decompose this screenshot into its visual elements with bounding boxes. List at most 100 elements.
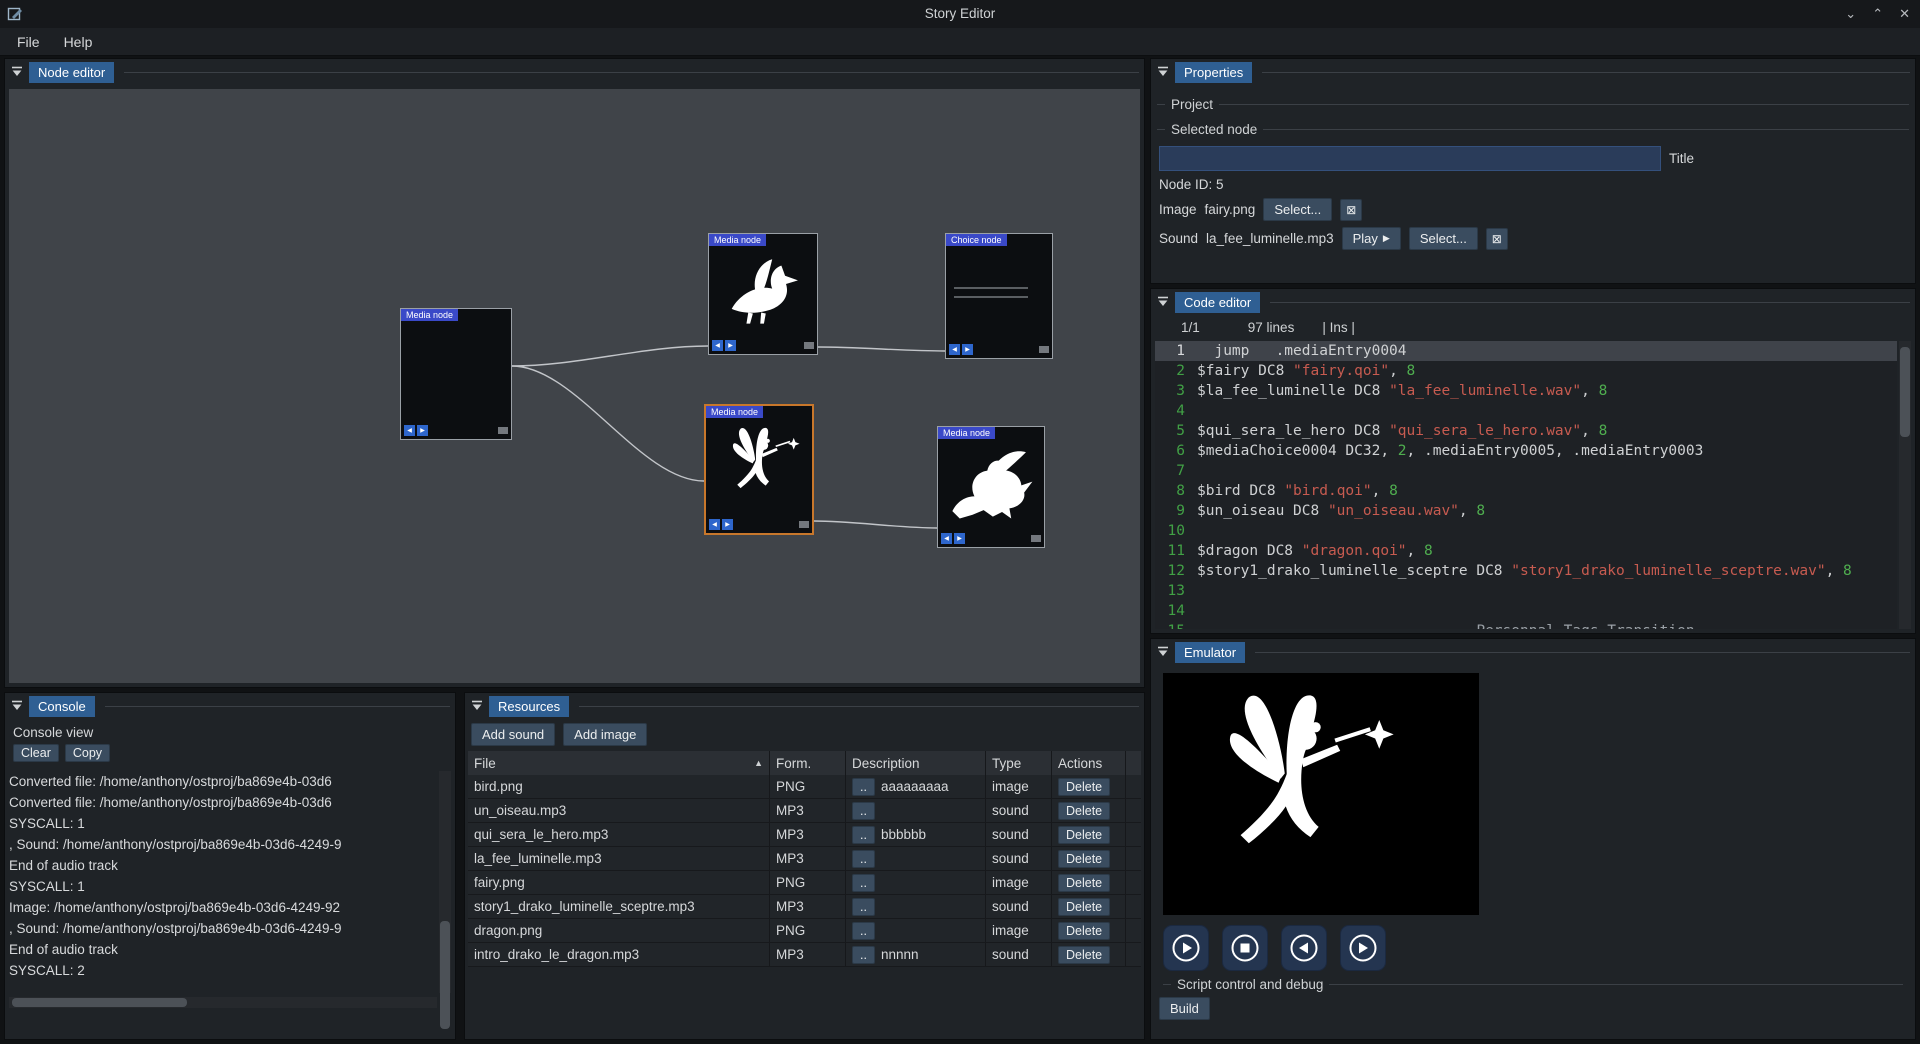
media-node[interactable]: Media node◀▶ xyxy=(708,233,818,355)
node-prev-button[interactable]: ◀ xyxy=(712,340,723,351)
resource-row[interactable]: la_fee_luminelle.mp3MP3..soundDelete xyxy=(468,847,1141,871)
resource-row[interactable]: story1_drako_luminelle_sceptre.mp3MP3..s… xyxy=(468,895,1141,919)
minimize-icon[interactable]: ⌄ xyxy=(1845,6,1856,22)
emulator-prev-button[interactable] xyxy=(1281,925,1327,971)
close-icon[interactable]: ✕ xyxy=(1899,6,1910,22)
collapse-icon[interactable] xyxy=(10,699,24,713)
code-line[interactable]: 15 Personnal Tags Transition xyxy=(1155,621,1897,629)
add-sound-button[interactable]: Add sound xyxy=(471,723,555,746)
delete-button[interactable]: Delete xyxy=(1058,874,1110,892)
resource-row[interactable]: fairy.pngPNG..imageDelete xyxy=(468,871,1141,895)
code-text-area[interactable]: 1 jump .mediaEntry00042$fairy DC8 "fairy… xyxy=(1155,341,1897,629)
panel-title[interactable]: Resources xyxy=(489,696,569,717)
node-next-button[interactable]: ▶ xyxy=(417,425,428,436)
code-scrollbar-thumb[interactable] xyxy=(1900,347,1910,437)
code-line[interactable]: 4 xyxy=(1155,401,1897,421)
console-vscrollbar-thumb[interactable] xyxy=(440,921,450,1029)
panel-title[interactable]: Console xyxy=(29,696,95,717)
edit-description-button[interactable]: .. xyxy=(852,778,875,796)
edit-description-button[interactable]: .. xyxy=(852,874,875,892)
maximize-icon[interactable]: ⌃ xyxy=(1872,6,1883,22)
menu-help[interactable]: Help xyxy=(53,30,104,54)
delete-button[interactable]: Delete xyxy=(1058,778,1110,796)
console-vscrollbar[interactable] xyxy=(439,771,451,993)
code-line[interactable]: 12$story1_drako_luminelle_sceptre DC8 "s… xyxy=(1155,561,1897,581)
code-line[interactable]: 13 xyxy=(1155,581,1897,601)
column-file[interactable]: File ▲ xyxy=(468,751,770,775)
code-line[interactable]: 1 jump .mediaEntry0004 xyxy=(1155,341,1897,361)
edit-description-button[interactable]: .. xyxy=(852,922,875,940)
media-node[interactable]: Media node◀▶ xyxy=(937,426,1045,548)
console-copy-button[interactable]: Copy xyxy=(65,744,110,762)
resource-row[interactable]: qui_sera_le_hero.mp3MP3..bbbbbbsoundDele… xyxy=(468,823,1141,847)
image-clear-button[interactable]: ⊠ xyxy=(1340,199,1362,221)
build-button[interactable]: Build xyxy=(1159,997,1210,1020)
column-format[interactable]: Form. xyxy=(770,751,846,775)
media-node[interactable]: Media node◀▶ xyxy=(400,308,512,440)
collapse-icon[interactable] xyxy=(470,699,484,713)
column-actions[interactable]: Actions xyxy=(1052,751,1126,775)
sound-select-button[interactable]: Select... xyxy=(1409,227,1478,250)
node-next-button[interactable]: ▶ xyxy=(962,344,973,355)
resource-row[interactable]: un_oiseau.mp3MP3..soundDelete xyxy=(468,799,1141,823)
node-prev-button[interactable]: ◀ xyxy=(404,425,415,436)
node-prev-button[interactable]: ◀ xyxy=(941,533,952,544)
column-description[interactable]: Description xyxy=(846,751,986,775)
console-hscrollbar[interactable] xyxy=(9,997,437,1008)
node-graph-canvas[interactable]: Media node◀▶ Media node◀▶ Choice node◀▶ Med… xyxy=(9,89,1140,683)
edit-description-button[interactable]: .. xyxy=(852,898,875,916)
node-next-button[interactable]: ▶ xyxy=(722,519,733,530)
add-image-button[interactable]: Add image xyxy=(563,723,647,746)
node-next-button[interactable]: ▶ xyxy=(725,340,736,351)
delete-button[interactable]: Delete xyxy=(1058,826,1110,844)
edit-description-button[interactable]: .. xyxy=(852,946,875,964)
title-input[interactable] xyxy=(1159,146,1661,171)
panel-title[interactable]: Emulator xyxy=(1175,642,1245,663)
delete-button[interactable]: Delete xyxy=(1058,922,1110,940)
code-line[interactable]: 9$un_oiseau DC8 "un_oiseau.wav", 8 xyxy=(1155,501,1897,521)
code-line[interactable]: 6$mediaChoice0004 DC32, 2, .mediaEntry00… xyxy=(1155,441,1897,461)
collapse-icon[interactable] xyxy=(1156,295,1170,309)
code-line[interactable]: 14 xyxy=(1155,601,1897,621)
code-line[interactable]: 8$bird DC8 "bird.qoi", 8 xyxy=(1155,481,1897,501)
node-prev-button[interactable]: ◀ xyxy=(949,344,960,355)
resource-row[interactable]: dragon.pngPNG..imageDelete xyxy=(468,919,1141,943)
node-prev-button[interactable]: ◀ xyxy=(709,519,720,530)
image-select-button[interactable]: Select... xyxy=(1263,198,1332,221)
column-type[interactable]: Type xyxy=(986,751,1052,775)
resource-row[interactable]: bird.pngPNG..aaaaaaaaaimageDelete xyxy=(468,775,1141,799)
console-log[interactable]: Converted file: /home/anthony/ostproj/ba… xyxy=(9,771,437,993)
delete-button[interactable]: Delete xyxy=(1058,946,1110,964)
code-line[interactable]: 3$la_fee_luminelle DC8 "la_fee_luminelle… xyxy=(1155,381,1897,401)
delete-button[interactable]: Delete xyxy=(1058,850,1110,868)
code-scrollbar[interactable] xyxy=(1899,341,1911,629)
code-line[interactable]: 11$dragon DC8 "dragon.qoi", 8 xyxy=(1155,541,1897,561)
media-node[interactable]: Media node◀▶ xyxy=(704,404,814,535)
emulator-play-button[interactable] xyxy=(1163,925,1209,971)
code-line[interactable]: 10 xyxy=(1155,521,1897,541)
choice-node[interactable]: Choice node◀▶ xyxy=(945,233,1053,359)
sound-play-button[interactable]: Play ▶ xyxy=(1342,227,1401,250)
emulator-next-button[interactable] xyxy=(1340,925,1386,971)
edit-description-button[interactable]: .. xyxy=(852,850,875,868)
resource-row[interactable]: intro_drako_le_dragon.mp3MP3..nnnnnsound… xyxy=(468,943,1141,967)
code-line[interactable]: 7 xyxy=(1155,461,1897,481)
node-next-button[interactable]: ▶ xyxy=(954,533,965,544)
panel-title[interactable]: Properties xyxy=(1175,62,1252,83)
delete-button[interactable]: Delete xyxy=(1058,898,1110,916)
collapse-icon[interactable] xyxy=(10,65,24,79)
console-clear-button[interactable]: Clear xyxy=(13,744,59,762)
code-line[interactable]: 5$qui_sera_le_hero DC8 "qui_sera_le_hero… xyxy=(1155,421,1897,441)
panel-title[interactable]: Code editor xyxy=(1175,292,1260,313)
sound-clear-button[interactable]: ⊠ xyxy=(1486,228,1508,250)
delete-button[interactable]: Delete xyxy=(1058,802,1110,820)
console-hscrollbar-thumb[interactable] xyxy=(12,998,187,1007)
menu-file[interactable]: File xyxy=(6,30,51,54)
edit-description-button[interactable]: .. xyxy=(852,802,875,820)
collapse-icon[interactable] xyxy=(1156,65,1170,79)
code-line[interactable]: 2$fairy DC8 "fairy.qoi", 8 xyxy=(1155,361,1897,381)
collapse-icon[interactable] xyxy=(1156,645,1170,659)
edit-description-button[interactable]: .. xyxy=(852,826,875,844)
emulator-stop-button[interactable] xyxy=(1222,925,1268,971)
panel-title[interactable]: Node editor xyxy=(29,62,114,83)
